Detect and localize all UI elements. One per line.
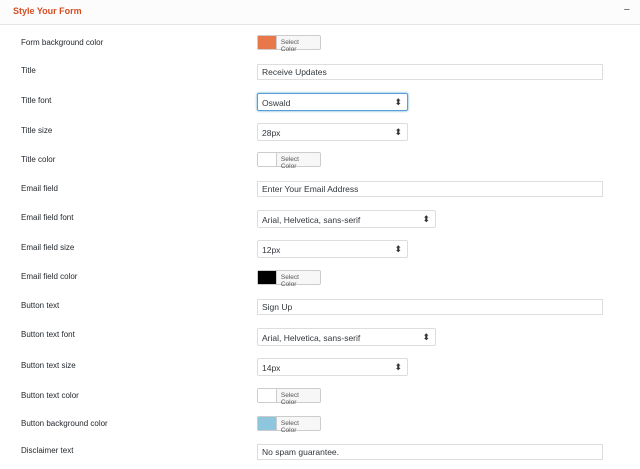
- email-color-label: Email field color: [21, 272, 78, 281]
- title-size-label: Title size: [21, 126, 53, 135]
- button-color-swatch: [258, 389, 277, 402]
- email-field-label: Email field: [21, 184, 58, 193]
- email-color-picker-button[interactable]: Select Color: [257, 270, 321, 288]
- bg-color-label: Form background color: [21, 38, 104, 47]
- title-input[interactable]: [257, 64, 603, 80]
- title-font-value: Oswald: [262, 98, 291, 108]
- title-color-label: Title color: [21, 155, 56, 164]
- email-size-select[interactable]: 12px ⬍: [257, 240, 408, 258]
- select-arrow-icon: ⬍: [422, 214, 430, 224]
- select-arrow-icon: ⬍: [422, 332, 430, 342]
- select-color-label: Select Color: [280, 156, 299, 170]
- select-color-label: Select Color: [280, 39, 299, 53]
- title-size-value: 28px: [262, 128, 281, 138]
- button-font-label: Button text font: [21, 330, 75, 339]
- disclaimer-input[interactable]: [257, 444, 603, 460]
- email-font-select[interactable]: Arial, Helvetica, sans-serif ⬍: [257, 210, 436, 228]
- title-color-swatch: [258, 153, 277, 166]
- button-text-input[interactable]: [257, 299, 603, 315]
- panel-header[interactable]: Style Your Form −: [0, 0, 640, 25]
- button-size-value: 14px: [262, 363, 281, 373]
- bg-color-picker-button[interactable]: Select Color: [257, 35, 321, 53]
- title-color-picker-button[interactable]: Select Color: [257, 152, 321, 170]
- email-color-swatch: [258, 271, 277, 284]
- email-field-input[interactable]: [257, 181, 603, 197]
- style-form-panel: Style Your Form − Form background color …: [0, 0, 640, 469]
- button-color-picker-button[interactable]: Select Color: [257, 388, 321, 406]
- select-color-label: Select Color: [280, 274, 299, 288]
- button-bg-label: Button background color: [21, 419, 108, 428]
- select-arrow-icon: ⬍: [394, 97, 402, 107]
- disclaimer-label: Disclaimer text: [21, 446, 74, 455]
- collapse-toggle-icon[interactable]: −: [624, 4, 630, 16]
- button-color-label: Button text color: [21, 391, 79, 400]
- title-size-select[interactable]: 28px ⬍: [257, 123, 408, 141]
- select-arrow-icon: ⬍: [394, 244, 402, 254]
- title-label: Title: [21, 66, 36, 75]
- button-text-label: Button text: [21, 301, 60, 310]
- select-arrow-icon: ⬍: [394, 127, 402, 137]
- select-color-label: Select Color: [280, 392, 299, 406]
- email-font-value: Arial, Helvetica, sans-serif: [262, 215, 361, 225]
- button-bg-swatch: [258, 417, 277, 430]
- select-arrow-icon: ⬍: [394, 362, 402, 372]
- select-color-label: Select Color: [280, 420, 299, 434]
- button-font-value: Arial, Helvetica, sans-serif: [262, 333, 361, 343]
- button-bg-picker-button[interactable]: Select Color: [257, 416, 321, 434]
- button-size-select[interactable]: 14px ⬍: [257, 358, 408, 376]
- title-font-label: Title font: [21, 96, 52, 105]
- title-font-select[interactable]: Oswald ⬍: [257, 93, 408, 111]
- email-size-value: 12px: [262, 245, 281, 255]
- bg-color-swatch: [258, 36, 277, 49]
- button-font-select[interactable]: Arial, Helvetica, sans-serif ⬍: [257, 328, 436, 346]
- panel-title: Style Your Form: [13, 6, 82, 16]
- button-size-label: Button text size: [21, 361, 76, 370]
- email-size-label: Email field size: [21, 243, 75, 252]
- email-font-label: Email field font: [21, 213, 74, 222]
